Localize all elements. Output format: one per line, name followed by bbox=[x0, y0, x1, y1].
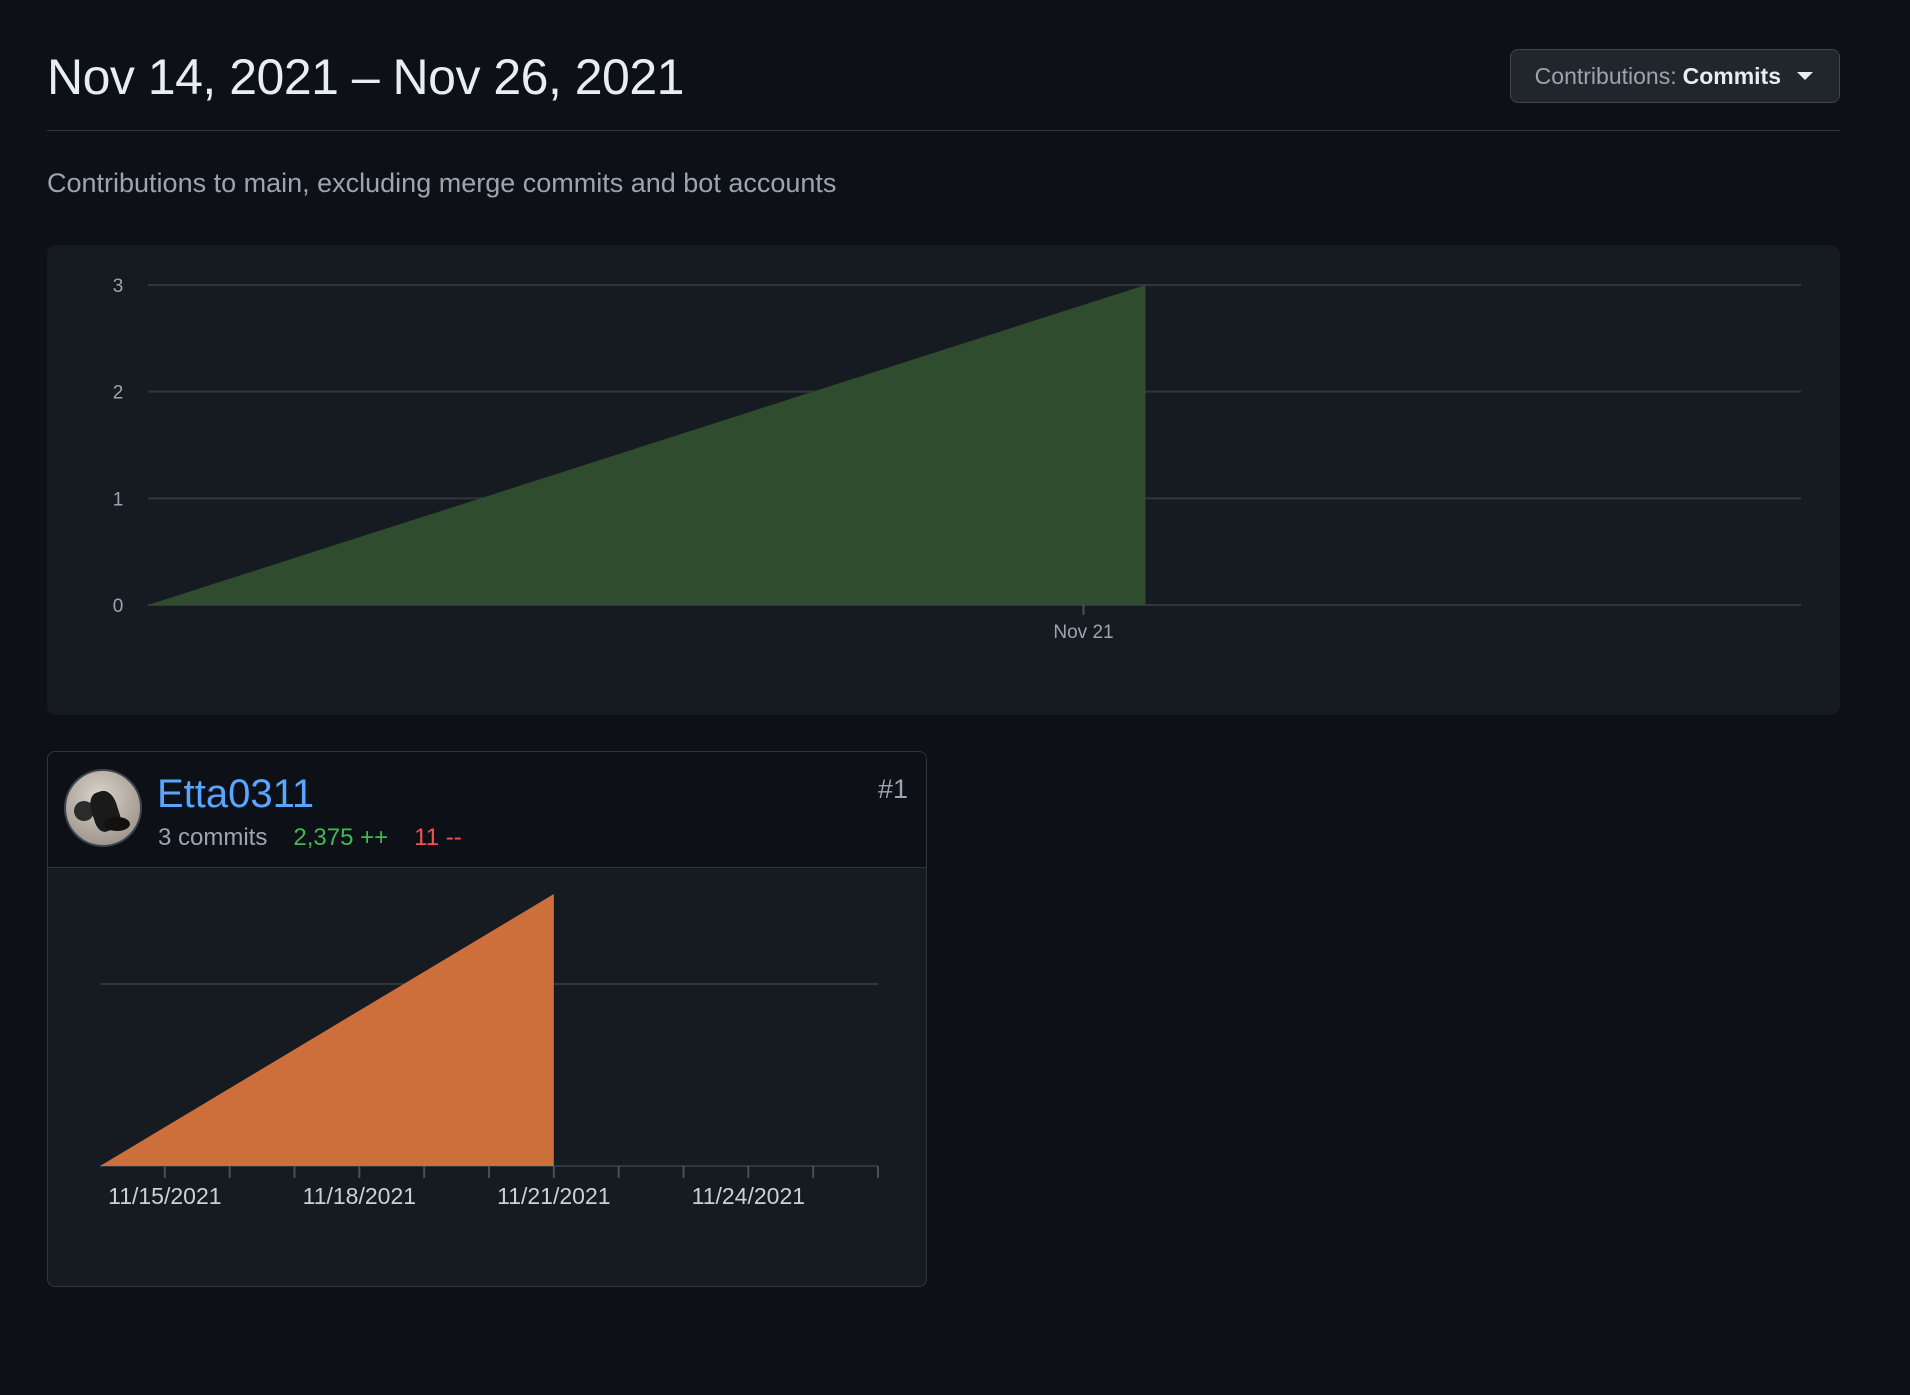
avatar[interactable] bbox=[64, 769, 142, 847]
contributor-rank: #1 bbox=[877, 774, 908, 804]
x-tick-label: 11/21/2021 bbox=[497, 1183, 610, 1209]
contributions-dropdown-label: Contributions: bbox=[1534, 62, 1677, 89]
commits-chart: 0 1 2 3 Nov 21 bbox=[47, 245, 1840, 715]
caret-down-icon bbox=[1797, 72, 1813, 80]
contributions-dropdown-value: Commits bbox=[1682, 62, 1781, 89]
commits-chart-svg: 0 1 2 3 Nov 21 bbox=[113, 276, 1801, 643]
contributor-username-link[interactable]: Etta0311 bbox=[157, 772, 314, 817]
date-range-title: Nov 14, 2021 – Nov 26, 2021 bbox=[47, 49, 684, 105]
commits-area bbox=[148, 285, 1146, 605]
contributor-chart-svg: 11/15/2021 11/18/2021 11/21/2021 11/24/2021 bbox=[100, 894, 879, 1209]
y-tick-label: 2 bbox=[113, 383, 124, 404]
contributor-stats: 3 commits 2,375 ++ 11 -- bbox=[158, 824, 462, 852]
y-tick-label: 3 bbox=[113, 276, 124, 297]
x-tick-label: 11/18/2021 bbox=[303, 1183, 416, 1209]
x-tick-label: Nov 21 bbox=[1053, 622, 1113, 643]
page-header: Nov 14, 2021 – Nov 26, 2021 Contribution… bbox=[47, 0, 1840, 131]
contributor-header: Etta0311 3 commits 2,375 ++ 11 -- #1 bbox=[48, 752, 926, 868]
x-tick-label: 11/15/2021 bbox=[108, 1183, 221, 1209]
y-tick-label: 1 bbox=[113, 489, 124, 510]
commit-count[interactable]: 3 commits bbox=[158, 824, 267, 852]
additions-count: 2,375 ++ bbox=[293, 824, 389, 851]
contributions-type-dropdown[interactable]: Contributions: Commits bbox=[1509, 49, 1840, 103]
deletions-count: 11 -- bbox=[414, 824, 462, 851]
contributor-card: Etta0311 3 commits 2,375 ++ 11 -- #1 11/… bbox=[47, 751, 927, 1287]
page-subtitle: Contributions to main, excluding merge c… bbox=[47, 168, 837, 198]
commits-area bbox=[100, 894, 554, 1166]
x-tick-label: 11/24/2021 bbox=[692, 1183, 805, 1209]
y-tick-label: 0 bbox=[113, 596, 124, 617]
